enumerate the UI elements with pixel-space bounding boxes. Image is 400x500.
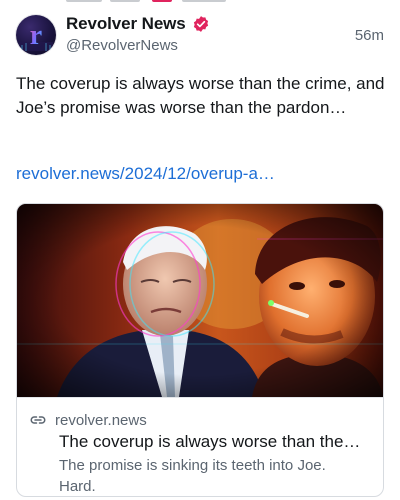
- author-name[interactable]: Revolver News: [66, 14, 186, 34]
- avatar-letter: r: [30, 20, 42, 51]
- previous-post-remnant: [0, 0, 400, 8]
- card-image[interactable]: [17, 204, 383, 397]
- post-body: The coverup is always worse than the cri…: [16, 74, 385, 117]
- post-link[interactable]: revolver.news/2024/12/overup-a…: [16, 164, 275, 184]
- card-title[interactable]: The coverup is always worse than the…: [59, 432, 379, 452]
- post-header: r Revolver News @RevolverNews 56m: [16, 13, 386, 59]
- avatar[interactable]: r: [16, 15, 56, 55]
- card-description: The promise is sinking its teeth into Jo…: [59, 457, 326, 495]
- card-domain: revolver.news: [55, 411, 147, 429]
- author-handle[interactable]: @RevolverNews: [66, 37, 178, 54]
- link-preview-card[interactable]: revolver.news The coverup is always wors…: [16, 203, 384, 497]
- post-time: 56m: [354, 27, 384, 44]
- link-icon: [30, 416, 46, 424]
- verified-badge-icon: [193, 16, 208, 32]
